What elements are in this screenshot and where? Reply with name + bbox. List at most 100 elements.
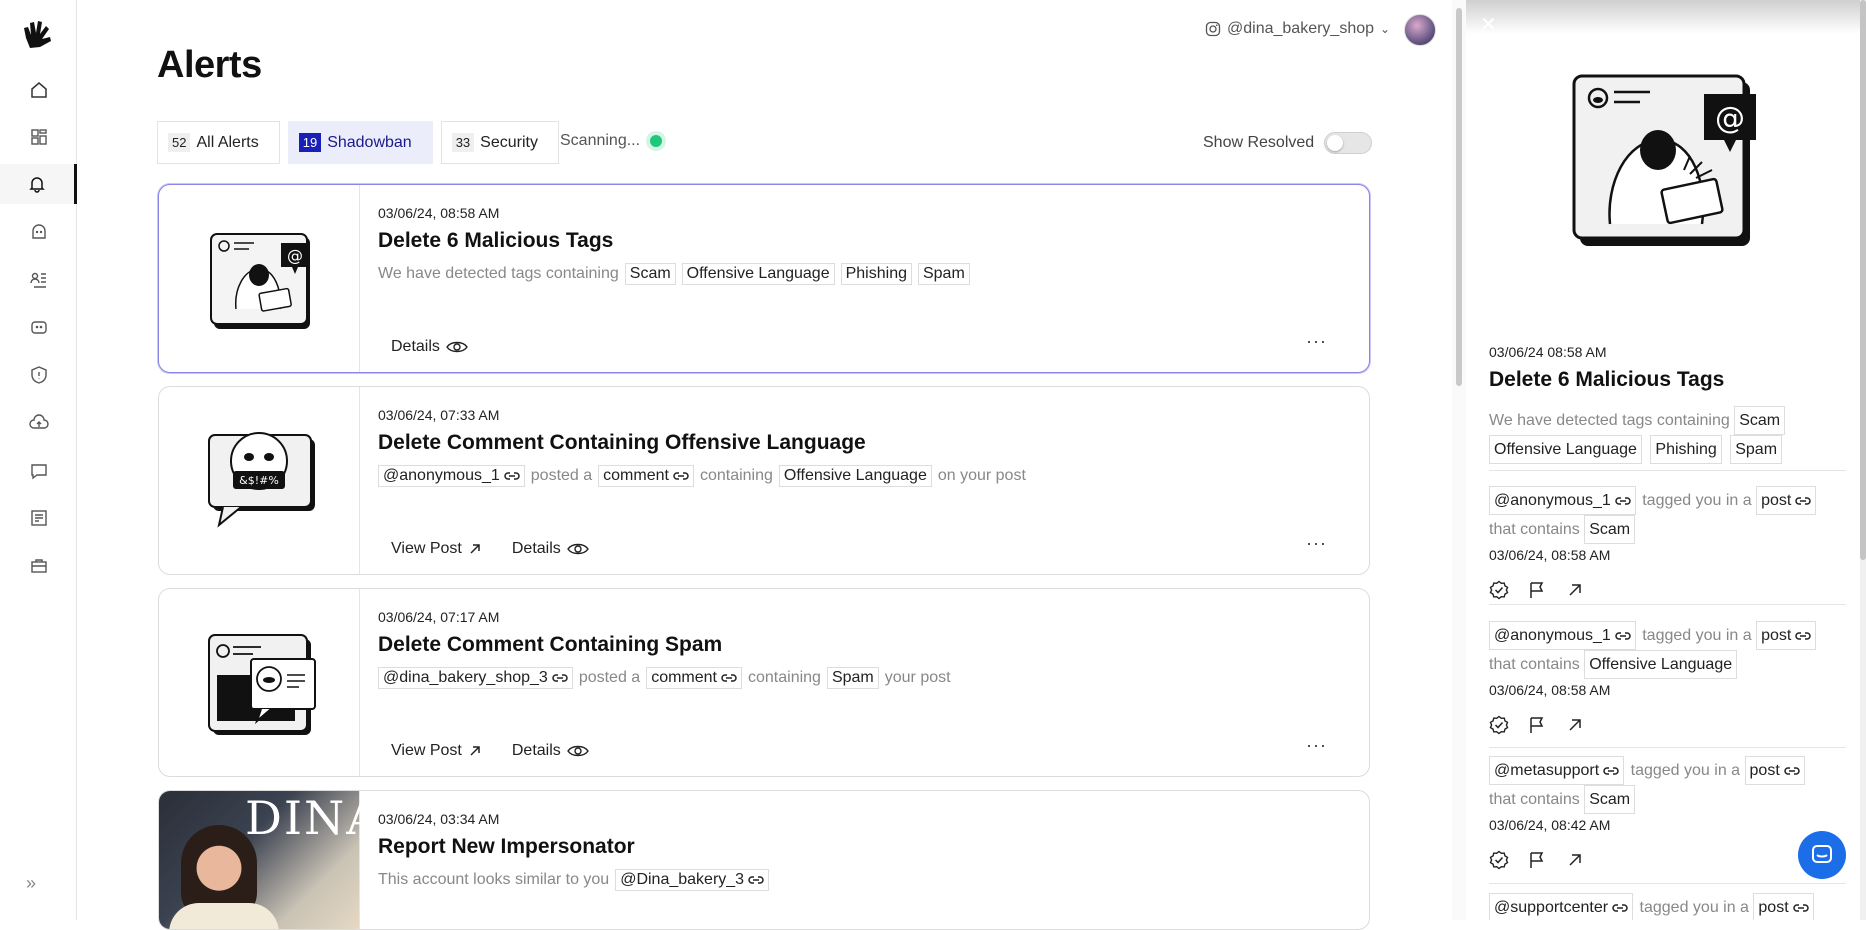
more-options-icon[interactable]: ··· [1306,533,1327,554]
alert-description: We have detected tags containing Scam Of… [378,263,1349,285]
hacker-illustration-icon: @ [210,232,310,329]
alert-card[interactable]: &$!#% 03/06/24, 07:33 AM Delete Comment … [158,386,1370,575]
nav-cloud[interactable] [0,403,77,443]
item-text: tagged you in a [1639,899,1749,916]
tag-chip: Offensive Language [681,263,835,285]
close-icon[interactable]: ✕ [1480,12,1497,37]
user-handle: @anonymous_1 [383,467,500,484]
arrow-up-right-icon[interactable] [1565,580,1585,600]
alert-date: 03/06/24, 03:34 AM [378,811,500,827]
post-link[interactable]: post [1744,756,1805,785]
nav-alerts[interactable] [0,164,77,204]
verified-check-icon[interactable] [1489,580,1509,600]
tab-all-alerts[interactable]: 52 All Alerts [157,121,280,164]
alert-date: 03/06/24, 07:17 AM [378,609,500,625]
details-button[interactable]: Details [391,338,468,356]
nav-dashboard[interactable] [0,117,77,157]
alert-card[interactable]: DINA 03/06/24, 03:34 AM Report New Imper… [158,790,1370,930]
report-icon [30,510,47,526]
divider [1489,604,1846,605]
logo-icon[interactable] [20,18,56,54]
post-link[interactable]: post [1756,621,1817,650]
desc-text: your post [884,669,951,686]
flag-icon[interactable] [1527,580,1547,600]
flag-icon[interactable] [1527,715,1547,735]
panel-header-shade [1466,0,1866,34]
more-options-icon[interactable]: ··· [1306,735,1327,756]
nav-impersonation[interactable] [0,260,77,300]
more-options-icon[interactable]: ··· [1306,331,1327,352]
shield-icon [30,366,47,384]
details-label: Details [511,742,561,759]
cloud-upload-icon [28,414,49,429]
details-label: Details [511,540,561,557]
robot-icon [30,321,47,334]
card-illustration [159,589,360,776]
user-link[interactable]: @supportcenter [1489,893,1634,920]
nav-toolbox[interactable] [0,546,77,586]
panel-date: 03/06/24 08:58 AM [1489,344,1607,360]
eye-icon [566,543,589,555]
arrow-up-right-icon [470,746,480,756]
alert-card[interactable]: 03/06/24, 07:17 AM Delete Comment Contai… [158,588,1370,777]
scrollbar-thumb[interactable] [1456,8,1462,386]
comment-link[interactable]: comment [646,667,742,689]
tab-shadowban[interactable]: 19 Shadowban [287,121,433,164]
details-button[interactable]: Details [512,742,589,760]
chat-support-button[interactable] [1798,831,1846,879]
link-icon [1615,496,1631,505]
home-icon [30,82,47,98]
nav-home[interactable] [0,70,77,110]
panel-scrollbar[interactable] [1860,0,1866,920]
item-text: tagged you in a [1642,492,1752,509]
nav-security[interactable] [0,355,77,395]
nav-reports[interactable] [0,498,77,538]
chat-icon [1812,845,1832,863]
post-link[interactable]: post [1753,893,1814,920]
user-link[interactable]: @anonymous_1 [378,465,525,487]
flag-icon[interactable] [1527,850,1547,870]
account-switcher[interactable]: @dina_bakery_shop ⌄ [1205,20,1390,38]
tag-chip: Spam [826,667,879,689]
post-link[interactable]: post [1756,486,1817,515]
link-icon [552,674,568,682]
desc-text: We have detected tags containing [1489,412,1730,429]
panel-title: Delete 6 Malicious Tags [1489,368,1725,391]
avatar[interactable] [1404,14,1436,46]
alert-card[interactable]: @ 03/06/24, 08:58 AM Delete 6 Malicious … [158,184,1370,373]
alert-date: 03/06/24, 07:33 AM [378,407,500,423]
nav-bot[interactable] [0,307,77,347]
scrollbar-thumb[interactable] [1860,0,1866,560]
expand-sidebar-icon[interactable]: » [26,873,50,897]
verified-check-icon[interactable] [1489,715,1509,735]
view-post-button[interactable]: View Post [391,742,482,760]
details-button[interactable]: Details [512,540,589,558]
verified-check-icon[interactable] [1489,850,1509,870]
show-resolved-label: Show Resolved [1203,134,1315,151]
desc-text: on your post [937,467,1026,484]
main-scrollbar[interactable] [1452,0,1466,920]
alert-description: @anonymous_1 posted a comment containing… [378,465,1349,487]
user-link[interactable]: @Dina_bakery_3 [615,869,770,891]
arrow-up-right-icon[interactable] [1565,715,1585,735]
user-handle: @Dina_bakery_3 [620,871,745,888]
account-handle: @dina_bakery_shop [1227,20,1375,37]
user-link[interactable]: @anonymous_1 [1489,621,1636,650]
tab-security[interactable]: 33 Security [440,121,559,164]
view-post-button[interactable]: View Post [391,540,482,558]
user-link[interactable]: @metasupport [1489,756,1625,785]
show-resolved-toggle[interactable] [1324,132,1373,154]
user-link[interactable]: @dina_bakery_shop_3 [378,667,573,689]
item-text: that contains [1489,791,1580,808]
divider [1489,883,1846,884]
user-link[interactable]: @anonymous_1 [1489,486,1636,515]
card-actions: View Post Details [391,540,589,558]
nav-messages[interactable] [0,451,77,491]
angry-comment-illustration-icon: &$!#% [208,431,315,528]
nav-hacker[interactable] [0,212,77,252]
view-post-label: View Post [391,540,462,557]
link-icon [748,876,764,884]
tag-chip: Offensive Language [1584,650,1738,679]
comment-link[interactable]: comment [598,465,694,487]
arrow-up-right-icon[interactable] [1565,850,1585,870]
